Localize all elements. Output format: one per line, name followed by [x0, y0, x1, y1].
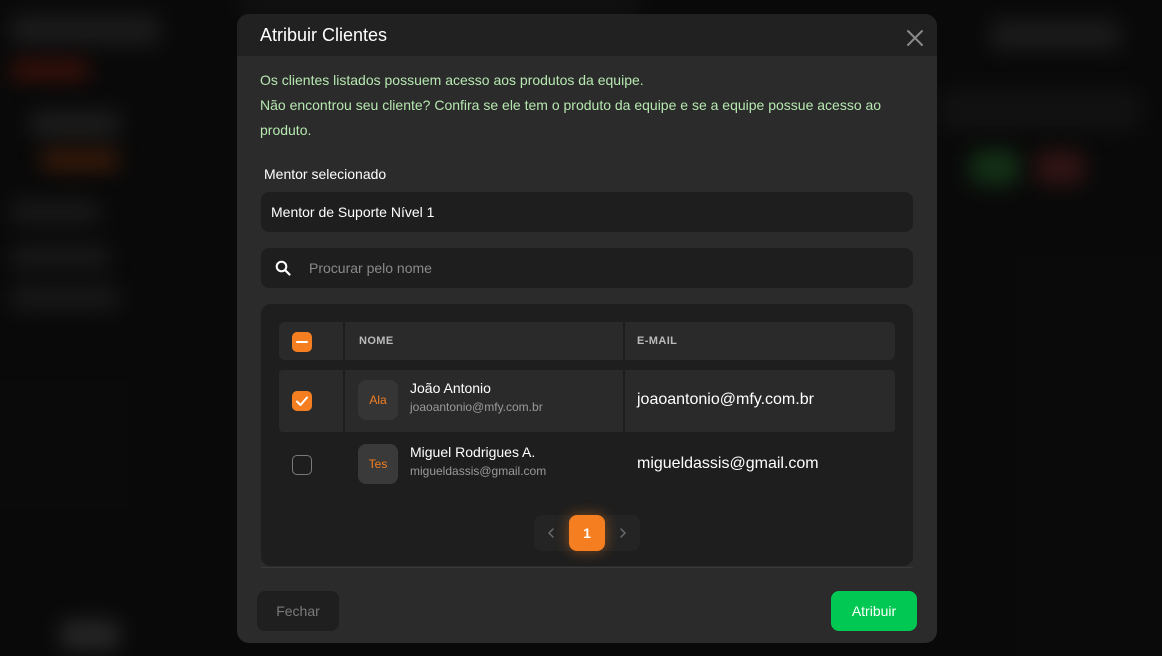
page-number-current[interactable]: 1: [569, 515, 605, 551]
mentor-field: Mentor de Suporte Nível 1: [261, 192, 913, 232]
close-button[interactable]: Fechar: [257, 591, 339, 631]
footer-divider: [261, 567, 913, 568]
table-row[interactable]: Ala João Antonio joaoantonio@mfy.com.br …: [279, 370, 895, 432]
assign-clients-modal: Atribuir Clientes Os clientes listados p…: [237, 14, 937, 643]
client-sub-email: joaoantonio@mfy.com.br: [410, 400, 543, 414]
minus-icon: [296, 341, 308, 343]
modal-title: Atribuir Clientes: [260, 25, 388, 45]
column-header-name[interactable]: NOME: [359, 335, 394, 347]
search-icon: [275, 260, 291, 276]
client-name: João Antonio: [410, 380, 491, 396]
info-line-1: Os clientes listados possuem acesso aos …: [260, 72, 644, 88]
avatar: Tes: [358, 444, 398, 484]
client-sub-email: migueldassis@gmail.com: [410, 464, 547, 478]
table-row[interactable]: Tes Miguel Rodrigues A. migueldassis@gma…: [279, 434, 895, 496]
table-header: NOME E-MAIL: [279, 322, 895, 360]
column-header-email[interactable]: E-MAIL: [637, 335, 677, 347]
row-checkbox[interactable]: [292, 391, 312, 411]
close-icon[interactable]: [905, 28, 925, 48]
check-icon: [296, 396, 308, 406]
clients-table: NOME E-MAIL Ala João Antonio joaoantonio…: [261, 304, 913, 566]
avatar: Ala: [358, 380, 398, 420]
chevron-left-icon[interactable]: [543, 525, 559, 541]
column-divider: [343, 322, 345, 360]
mentor-label: Mentor selecionado: [264, 166, 387, 182]
client-email: migueldassis@gmail.com: [637, 455, 819, 472]
info-text: Os clientes listados possuem acesso aos …: [260, 68, 920, 143]
assign-button[interactable]: Atribuir: [831, 591, 917, 631]
chevron-right-icon[interactable]: [615, 525, 631, 541]
row-checkbox[interactable]: [292, 455, 312, 475]
column-divider: [623, 370, 625, 432]
client-name: Miguel Rodrigues A.: [410, 444, 536, 460]
search-field[interactable]: [261, 248, 913, 288]
select-all-checkbox[interactable]: [292, 332, 312, 352]
pagination: 1: [534, 515, 640, 551]
client-email: joaoantonio@mfy.com.br: [637, 391, 814, 408]
column-divider: [623, 322, 625, 360]
search-input[interactable]: [309, 248, 899, 288]
info-line-2: Não encontrou seu cliente? Confira se el…: [260, 97, 882, 138]
modal-header: Atribuir Clientes: [237, 14, 937, 56]
column-divider: [343, 370, 345, 432]
